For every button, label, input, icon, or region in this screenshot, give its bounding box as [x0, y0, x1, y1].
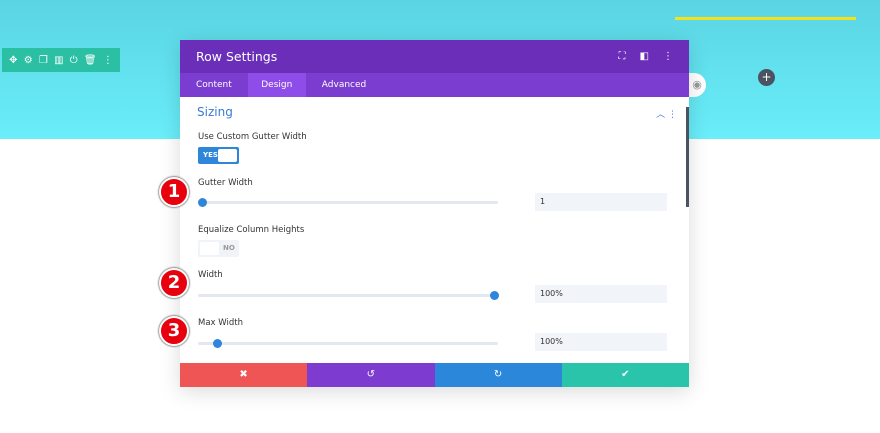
step-badge-1: 1 — [159, 177, 189, 207]
section-more-icon[interactable]: ⋮ — [668, 110, 677, 120]
width-input[interactable]: 100% — [535, 285, 667, 303]
max-width-slider[interactable] — [198, 339, 498, 348]
section-title[interactable]: Sizing — [197, 105, 233, 119]
scrollbar[interactable] — [686, 107, 689, 207]
row-toolbar: ✥ ⚙ ❐ ▥ ⏻ 🗑 ⋮ — [2, 48, 120, 72]
save-button[interactable]: ✔ — [561, 363, 689, 387]
undo-button[interactable]: ↺ — [307, 363, 435, 387]
yellow-divider — [675, 17, 856, 20]
power-icon[interactable]: ⏻ — [70, 55, 78, 66]
tab-advanced[interactable]: Advanced — [306, 73, 382, 97]
columns-icon[interactable]: ▥ — [54, 55, 63, 66]
gutter-width-slider[interactable] — [198, 198, 498, 207]
settings-body: Sizing ︿ ⋮ Use Custom Gutter Width YES G… — [180, 97, 689, 363]
equalize-label: Equalize Column Heights — [198, 225, 305, 235]
gutter-width-input[interactable]: 1 — [535, 193, 667, 211]
row-settings-modal: Row Settings ⛶ ◧ ⋮ Content Design Advanc… — [180, 40, 689, 387]
redo-button[interactable]: ↻ — [434, 363, 562, 387]
cancel-button[interactable]: ✖ — [180, 363, 308, 387]
modal-tabs: Content Design Advanced — [180, 73, 689, 97]
modal-header: Row Settings ⛶ ◧ ⋮ — [180, 40, 689, 73]
chevron-up-icon[interactable]: ︿ — [656, 110, 665, 120]
width-slider[interactable] — [198, 291, 499, 300]
modal-footer: ✖ ↺ ↻ ✔ — [180, 363, 689, 387]
slider-thumb[interactable] — [198, 198, 207, 207]
toggle-value: YES — [203, 151, 218, 159]
move-icon[interactable]: ✥ — [9, 55, 17, 66]
custom-gutter-toggle[interactable]: YES — [198, 147, 239, 164]
sidebar-toggle-icon[interactable]: ◧ — [640, 51, 649, 62]
duplicate-icon[interactable]: ❐ — [39, 55, 48, 66]
equalize-toggle[interactable]: NO — [198, 240, 239, 257]
section-controls: ︿ ⋮ — [656, 107, 677, 120]
width-label: Width — [198, 270, 223, 280]
toggle-value: NO — [223, 244, 235, 252]
more-options-icon[interactable]: ⋮ — [663, 51, 673, 62]
trash-icon[interactable]: 🗑 — [84, 55, 97, 66]
slider-thumb[interactable] — [212, 339, 222, 348]
gutter-width-label: Gutter Width — [198, 178, 253, 188]
slider-thumb[interactable] — [490, 291, 499, 300]
max-width-input[interactable]: 100% — [535, 333, 667, 351]
step-badge-3: 3 — [159, 316, 189, 346]
fullscreen-icon[interactable]: ⛶ — [619, 51, 626, 62]
add-module-button[interactable]: + — [758, 69, 775, 86]
more-icon[interactable]: ⋮ — [103, 55, 113, 66]
max-width-label: Max Width — [198, 318, 243, 328]
step-badge-2: 2 — [159, 268, 189, 298]
tab-content[interactable]: Content — [180, 73, 248, 97]
tab-design[interactable]: Design — [247, 73, 306, 97]
modal-title: Row Settings — [196, 49, 278, 64]
custom-gutter-label: Use Custom Gutter Width — [198, 132, 307, 142]
gear-icon[interactable]: ⚙ — [24, 55, 33, 66]
